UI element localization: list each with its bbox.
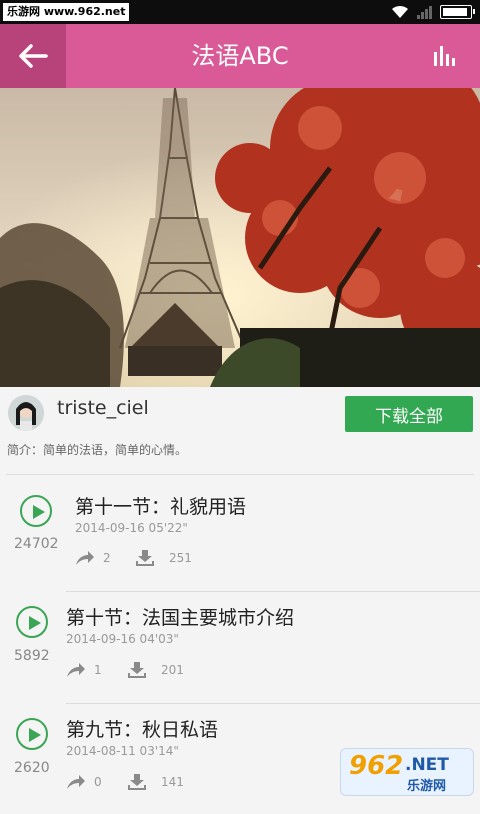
download-icon <box>128 662 146 678</box>
download-stat[interactable]: 201 <box>127 662 184 678</box>
share-stat[interactable]: 2 <box>75 550 111 566</box>
play-icon[interactable] <box>16 718 48 750</box>
back-arrow-icon <box>19 44 48 68</box>
download-all-button[interactable]: 下载全部 <box>345 396 473 432</box>
back-button[interactable] <box>0 24 66 88</box>
signal-icon <box>417 5 432 19</box>
download-stat[interactable]: 251 <box>135 550 192 566</box>
list-item[interactable]: 24702 第十一节：礼貌用语 2014-09-16 05'22" 2 251 <box>0 476 480 592</box>
avatar[interactable] <box>8 395 44 431</box>
lesson-date: 2014-09-16 04'03" <box>66 632 179 646</box>
play-icon[interactable] <box>20 495 52 527</box>
lesson-title[interactable]: 第十一节：礼貌用语 <box>75 492 246 519</box>
download-icon <box>136 550 154 566</box>
lesson-title[interactable]: 第十节：法国主要城市介绍 <box>66 603 294 630</box>
logo-number: 962 <box>349 751 404 781</box>
lesson-date: 2014-09-16 05'22" <box>75 521 188 535</box>
divider <box>6 474 474 475</box>
play-icon[interactable] <box>16 606 48 638</box>
status-bar: 乐游网 www.962.net <box>0 0 480 24</box>
lesson-date: 2014-08-11 03'14" <box>66 744 179 758</box>
lesson-title[interactable]: 第九节：秋日私语 <box>66 715 218 742</box>
battery-icon <box>440 5 475 19</box>
download-stat[interactable]: 141 <box>127 774 184 790</box>
download-count: 251 <box>169 551 192 565</box>
play-count: 24702 <box>14 536 59 552</box>
cover-image <box>0 88 480 387</box>
wifi-icon <box>392 5 408 18</box>
equalizer-icon[interactable] <box>430 44 458 68</box>
share-icon <box>76 551 94 565</box>
share-stat[interactable]: 1 <box>66 662 102 678</box>
username[interactable]: triste_ciel <box>57 397 149 419</box>
list-item[interactable]: 5892 第十节：法国主要城市介绍 2014-09-16 04'03" 1 20… <box>0 590 480 704</box>
play-count: 2620 <box>14 760 50 776</box>
intro-text: 简介：简单的法语，简单的心情。 <box>7 443 188 457</box>
site-logo-watermark: 962 .NET 乐游网 <box>340 748 474 796</box>
download-count: 201 <box>161 663 184 677</box>
profile-section: triste_ciel 下载全部 简介：简单的法语，简单的心情。 <box>0 387 480 475</box>
share-count: 1 <box>94 663 102 677</box>
page-title: 法语ABC <box>191 42 289 70</box>
download-icon <box>128 774 146 790</box>
logo-cn: 乐游网 <box>407 779 447 794</box>
play-count: 5892 <box>14 648 50 664</box>
app-bar: 法语ABC <box>0 24 480 88</box>
logo-net: .NET <box>405 755 449 775</box>
share-icon <box>67 775 85 789</box>
share-stat[interactable]: 0 <box>66 774 102 790</box>
site-watermark: 乐游网 www.962.net <box>3 3 130 21</box>
share-count: 2 <box>103 551 111 565</box>
share-count: 0 <box>94 775 102 789</box>
share-icon <box>67 663 85 677</box>
status-icons <box>391 4 475 20</box>
download-count: 141 <box>161 775 184 789</box>
